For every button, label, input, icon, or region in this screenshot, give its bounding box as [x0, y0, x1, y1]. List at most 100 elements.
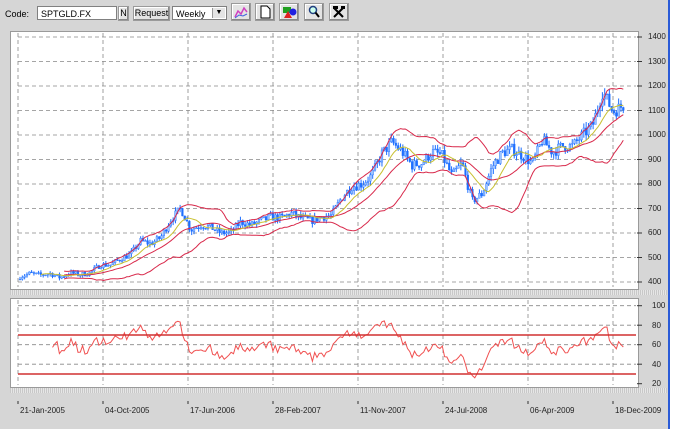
price-candle-body: [434, 148, 437, 150]
price-candle-body: [100, 267, 103, 269]
price-candle-body: [424, 154, 428, 163]
price-candle-body: [53, 275, 56, 277]
price-candle-body: [148, 242, 152, 245]
price-candle-body: [452, 168, 455, 173]
price-candle-body: [199, 227, 203, 229]
price-candle-body: [292, 211, 295, 213]
price-candle-body: [257, 218, 261, 223]
price-candle-body: [612, 110, 616, 113]
price-candle-body: [390, 138, 393, 142]
price-candle-body: [120, 260, 124, 262]
price-candle-body: [543, 136, 546, 145]
price-candle-body: [503, 150, 507, 157]
price-candle-body: [109, 264, 112, 266]
price-candle-body: [508, 146, 511, 150]
price-candle-body: [42, 274, 45, 276]
price-candle-body: [355, 186, 358, 191]
price-candle-body: [429, 156, 432, 161]
price-candle-body: [90, 270, 94, 273]
price-candle-body: [443, 150, 446, 163]
price-candle-body: [313, 216, 316, 224]
price-candle-body: [72, 270, 75, 274]
chart-canvas: [17, 33, 642, 404]
price-candle-body: [220, 230, 223, 234]
price-candle-body: [540, 144, 544, 146]
price-candle-body: [408, 157, 411, 162]
price-candle-body: [478, 193, 481, 199]
price-candle-body: [420, 164, 423, 168]
price-candle-body: [46, 273, 49, 276]
price-candle-body: [578, 139, 581, 141]
price-candle-body: [494, 160, 497, 166]
price-candle-body: [571, 143, 574, 145]
price-candle-body: [485, 183, 488, 191]
price-candle-body: [522, 158, 525, 162]
price-candle-body: [223, 230, 226, 235]
price-candle-body: [28, 271, 31, 275]
price-candle-body: [457, 165, 460, 169]
price-candle-body: [436, 148, 439, 153]
price-candle-body: [264, 216, 268, 221]
price-candle-body: [37, 272, 40, 274]
price-candle-body: [74, 271, 77, 274]
price-candle-body: [406, 150, 409, 159]
price-candle-body: [482, 190, 486, 197]
price-candle-body: [190, 229, 193, 232]
price-candle-body: [158, 236, 161, 239]
price-candle-body: [359, 183, 363, 188]
price-candle-body: [492, 165, 495, 169]
price-candle-body: [144, 240, 147, 242]
price-candle-body: [32, 272, 36, 274]
price-candle-body: [573, 139, 576, 144]
price-candle-body: [455, 168, 458, 170]
price-candle-body: [552, 151, 555, 155]
price-candle-body: [185, 219, 189, 222]
price-candle-body: [536, 145, 539, 156]
price-candle-body: [204, 228, 207, 230]
price-candle-body: [160, 235, 163, 239]
price-candle-body: [295, 211, 298, 217]
price-candle-body: [192, 228, 196, 232]
price-candle-body: [448, 162, 451, 171]
price-candle-body: [123, 255, 126, 261]
price-candle-body: [524, 155, 527, 162]
moving-average-line: [40, 104, 624, 277]
price-candle-body: [366, 180, 370, 183]
price-candle-body: [350, 190, 353, 194]
price-candle-body: [427, 154, 430, 161]
price-candle-body: [329, 214, 333, 216]
price-candle-body: [311, 216, 314, 224]
price-candle-body: [195, 227, 198, 230]
price-candle-body: [480, 193, 483, 197]
price-candle-body: [561, 143, 565, 147]
price-candle-body: [60, 276, 63, 279]
price-candle-body: [364, 182, 367, 186]
price-candle-body: [575, 139, 578, 141]
price-candle-body: [489, 168, 493, 177]
price-candle-body: [118, 259, 121, 262]
price-candle-body: [559, 143, 562, 145]
price-candle-body: [248, 222, 251, 226]
price-candle-body: [404, 150, 407, 156]
price-candle-body: [260, 217, 263, 220]
price-candle-body: [21, 277, 24, 280]
price-candle-body: [35, 272, 38, 274]
price-candle-body: [550, 147, 553, 155]
price-candle-body: [162, 229, 165, 236]
price-candle-body: [510, 143, 514, 147]
price-candle-body: [547, 145, 551, 148]
price-candle-body: [538, 144, 541, 147]
price-candle-body: [18, 278, 22, 281]
price-candle-body: [269, 213, 272, 216]
price-candle-body: [125, 255, 128, 259]
price-candle-body: [385, 146, 388, 152]
price-candle-body: [353, 186, 356, 191]
price-candle-body: [267, 214, 270, 221]
price-candle-body: [501, 150, 504, 152]
price-candle-body: [197, 227, 200, 229]
price-candle-body: [369, 174, 372, 182]
price-candle-body: [622, 107, 625, 111]
price-candle-body: [411, 161, 414, 170]
price-candle-body: [30, 271, 33, 273]
price-candle-body: [605, 93, 609, 96]
